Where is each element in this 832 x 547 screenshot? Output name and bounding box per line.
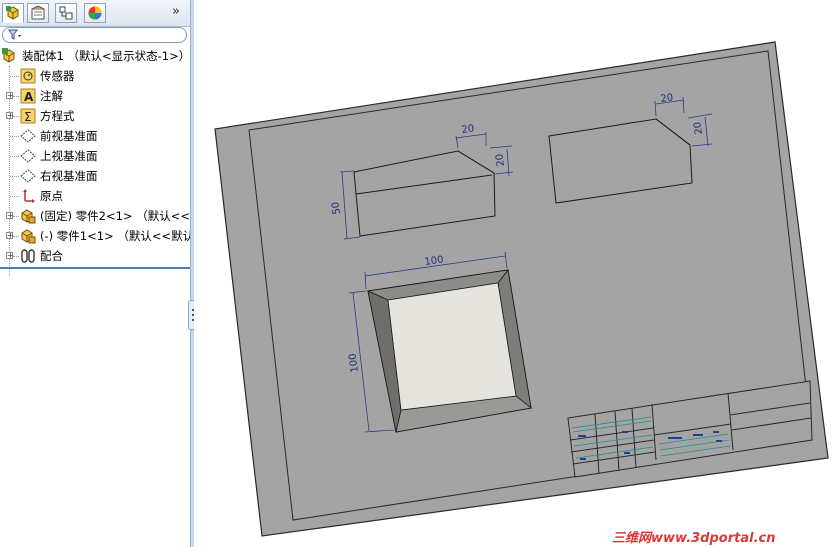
site-watermark: 三维网www.3dportal.cn <box>612 531 776 546</box>
box-shaded-view <box>366 269 532 433</box>
tree-item-sensors[interactable]: 传感器 <box>0 66 190 86</box>
tree-item-label: 上视基准面 <box>40 149 98 163</box>
tree-divider <box>0 267 190 269</box>
tree-item-label: 配合 <box>40 249 63 263</box>
display-manager-tab[interactable] <box>84 3 106 23</box>
tree-root-label: 装配体1 （默认<显示状态-1>） <box>22 49 190 63</box>
feature-manager-panel: » 装配体1 （默认<显示状态-1>） 传感器 + A 注解 + Σ 方程式 前… <box>0 0 191 547</box>
configuration-manager-tab[interactable] <box>55 3 77 23</box>
tree-item-label: 方程式 <box>40 109 75 123</box>
graphics-area[interactable]: 20 20 50 20 20 100 100 <box>194 0 832 547</box>
origin-icon <box>23 189 35 203</box>
filter-icon <box>8 29 21 40</box>
dim-top-left-height: 20 <box>494 153 507 167</box>
dim-top-left-width: 20 <box>461 123 475 136</box>
tree-item-label: (固定) 零件2<1> （默认<<默 <box>40 209 190 223</box>
tree-item-label: 前视基准面 <box>40 129 98 143</box>
dim-top-right-width: 20 <box>660 92 674 105</box>
tree-item-label: 原点 <box>40 189 63 203</box>
expand-icon[interactable]: + <box>6 232 14 240</box>
mates-icon <box>21 249 35 263</box>
plane-icon <box>20 149 36 163</box>
display-manager-icon <box>88 6 102 20</box>
part-icon <box>21 209 36 224</box>
sensor-icon <box>20 68 36 84</box>
plane-icon <box>20 129 36 143</box>
tree-item-mates[interactable]: + 配合 <box>0 246 190 266</box>
configuration-manager-icon <box>59 6 73 20</box>
drawing-sheet-view: 20 20 50 20 20 100 100 <box>214 41 829 537</box>
tree-item-label: (-) 零件1<1> （默认<<默认 <box>40 229 190 243</box>
svg-text:Σ: Σ <box>24 110 32 124</box>
tree-item-part1[interactable]: + (-) 零件1<1> （默认<<默认 <box>0 226 190 246</box>
property-manager-icon <box>31 5 45 20</box>
tree-item-front-plane[interactable]: 前视基准面 <box>0 126 190 146</box>
tree-item-top-plane[interactable]: 上视基准面 <box>0 146 190 166</box>
expand-icon[interactable]: + <box>6 112 14 120</box>
tree-item-annotations[interactable]: + A 注解 <box>0 86 190 106</box>
svg-text:A: A <box>24 90 34 104</box>
expand-icon[interactable]: + <box>6 92 14 100</box>
tree-filter-field[interactable] <box>2 27 187 43</box>
part-icon <box>21 229 36 244</box>
plane-icon <box>20 169 36 183</box>
tree-item-right-plane[interactable]: 右视基准面 <box>0 166 190 186</box>
feature-tree-icon <box>6 6 19 20</box>
property-manager-tab[interactable] <box>27 3 49 23</box>
panel-tab-bar: » <box>0 0 190 27</box>
feature-manager-tab[interactable] <box>2 3 24 23</box>
expand-tabs-icon[interactable]: » <box>172 4 180 19</box>
assembly-icon <box>2 48 15 63</box>
dim-top-left-side: 50 <box>330 201 343 215</box>
tree-item-equations[interactable]: + Σ 方程式 <box>0 106 190 126</box>
drawing-sheet <box>214 41 829 537</box>
dim-top-right-height: 20 <box>692 121 705 135</box>
tree-root-assembly[interactable]: 装配体1 （默认<显示状态-1>） <box>0 46 190 66</box>
expand-icon[interactable]: + <box>6 212 14 220</box>
tree-item-origin[interactable]: 原点 <box>0 186 190 206</box>
tree-item-label: 注解 <box>40 89 63 103</box>
tree-item-label: 右视基准面 <box>40 169 98 183</box>
tree-item-part2[interactable]: + (固定) 零件2<1> （默认<<默 <box>0 206 190 226</box>
expand-icon[interactable]: + <box>6 252 14 260</box>
annotation-icon: A <box>20 88 36 104</box>
equation-icon: Σ <box>20 108 36 124</box>
tree-item-label: 传感器 <box>40 69 75 83</box>
